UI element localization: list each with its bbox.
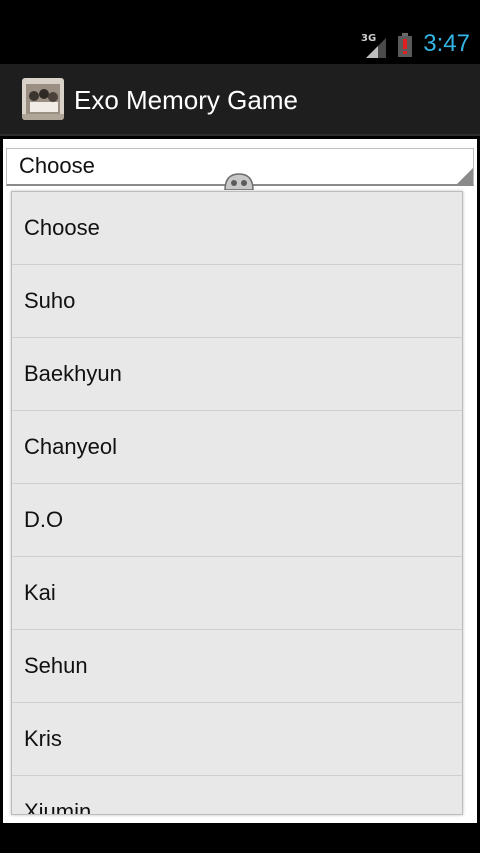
app-icon[interactable] xyxy=(22,78,64,120)
dropdown-item-kris[interactable]: Kris xyxy=(12,703,462,776)
spinner-selected-value: Choose xyxy=(19,153,95,178)
signal-icon xyxy=(366,38,386,58)
dropdown-item-label: Chanyeol xyxy=(24,434,117,459)
battery-alert-icon xyxy=(398,33,412,57)
dropdown-item-chanyeol[interactable]: Chanyeol xyxy=(12,411,462,484)
dropdown-item-label: Xiumin xyxy=(24,799,92,815)
dropdown-item-kai[interactable]: Kai xyxy=(12,557,462,630)
bottom-bar xyxy=(0,826,480,853)
dropdown-item-label: Choose xyxy=(24,215,100,240)
dropdown-item-label: Suho xyxy=(24,288,76,313)
dropdown-item-label: Baekhyun xyxy=(24,361,122,386)
dropdown-list: Choose Suho Baekhyun Chanyeol D.O Kai Se… xyxy=(11,191,463,815)
dropdown-item-xiumin[interactable]: Xiumin xyxy=(12,776,462,815)
action-bar: Exo Memory Game xyxy=(0,64,480,136)
logo-peek-icon xyxy=(224,173,254,190)
dropdown-item-label: Kai xyxy=(24,580,56,605)
dropdown-item-label: Kris xyxy=(24,726,62,751)
dropdown-item-baekhyun[interactable]: Baekhyun xyxy=(12,338,462,411)
dropdown-item-choose[interactable]: Choose xyxy=(12,192,462,265)
dropdown-item-label: Sehun xyxy=(24,653,88,678)
dropdown-item-label: D.O xyxy=(24,507,64,532)
status-time: 3:47 xyxy=(423,30,470,57)
dropdown-item-sehun[interactable]: Sehun xyxy=(12,630,462,703)
dropdown-item-do[interactable]: D.O xyxy=(12,484,462,557)
dropdown-triangle-icon xyxy=(457,168,473,184)
status-bar: 3G 3:47 xyxy=(0,0,480,64)
app-title: Exo Memory Game xyxy=(74,85,298,115)
dropdown-item-suho[interactable]: Suho xyxy=(12,265,462,338)
